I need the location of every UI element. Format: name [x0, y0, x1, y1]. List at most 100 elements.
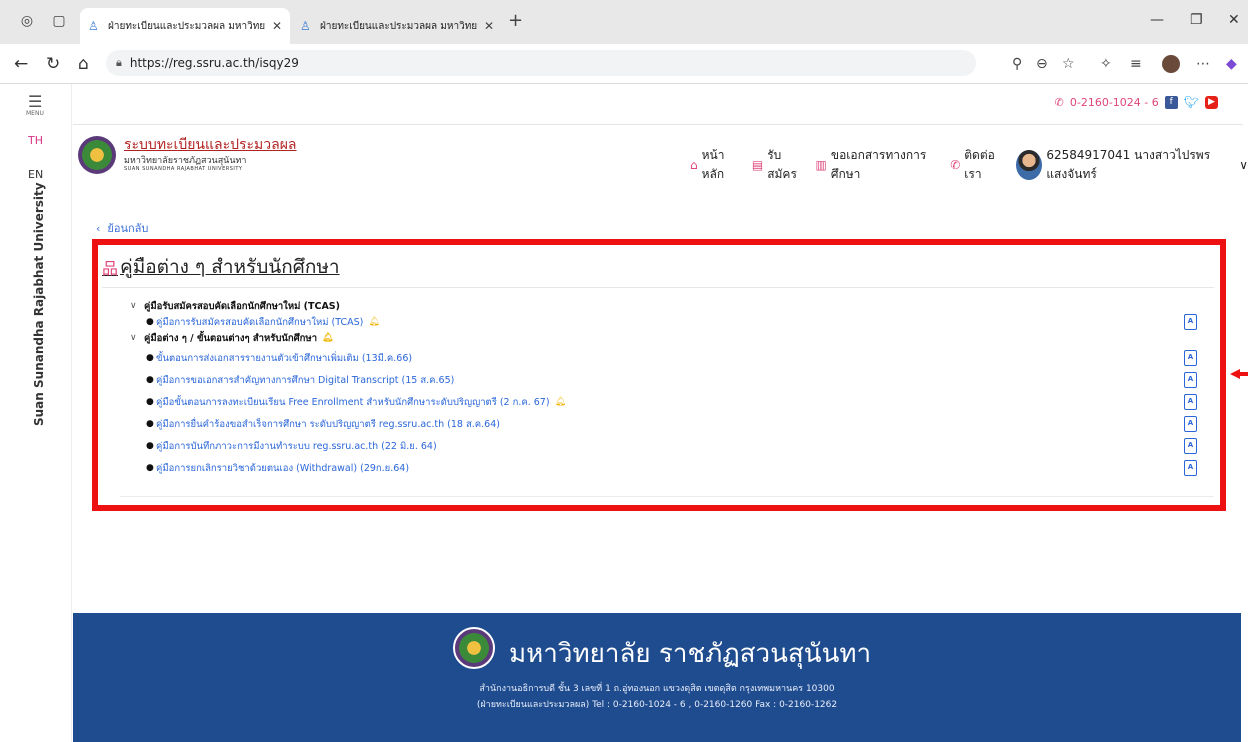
language-th[interactable]: TH — [28, 134, 43, 147]
tree-group-tcas[interactable]: ∨ คู่มือรับสมัครสอบคัดเลือกนักศึกษาใหม่ … — [130, 298, 1220, 314]
user-menu[interactable]: 62584917041 นางสาวไปรพร แสงจันทร์ ∨ — [1016, 146, 1248, 184]
pdf-icon[interactable]: A — [1184, 372, 1197, 388]
nav-home[interactable]: ⌂ หน้าหลัก — [690, 146, 740, 184]
bell-icon: 🔔︎ — [322, 333, 334, 343]
university-name-th: มหาวิทยาลัยราชภัฏสวนสุนันทา — [124, 156, 247, 166]
bullet-icon: ● — [146, 375, 154, 385]
tab-2[interactable]: ♙ ฝ่ายทะเบียนและประมวลผล มหาวิทยาลัย ✕ — [292, 8, 502, 44]
home-icon[interactable]: ⌂ — [78, 54, 89, 74]
workspaces-icon[interactable]: ◎ — [18, 12, 36, 30]
manuals-title: 品 คู่มือต่าง ๆ สำหรับนักศึกษา — [102, 252, 340, 282]
bullet-icon: ● — [146, 441, 154, 451]
item-link[interactable]: คู่มือขั้นตอนการลงทะเบียนเรียน Free Enro… — [156, 395, 550, 410]
phone-icon: ✆ — [950, 158, 961, 172]
arrow-shaft — [1239, 372, 1248, 376]
contact-bar: ✆ 0-2160-1024 - 6 f 🐦︎ ▶ — [1055, 96, 1218, 109]
chevron-down-icon: ∨ — [130, 301, 137, 311]
tab-actions-icon[interactable]: ▢ — [50, 12, 68, 30]
manuals-title-text: คู่มือต่าง ๆ สำหรับนักศึกษา — [120, 256, 340, 278]
zoom-icon[interactable]: ⊖ — [1036, 54, 1048, 74]
top-navigation: ⌂ หน้าหลัก ▤ รับสมัคร ▥ ขอเอกสารทางการศึ… — [690, 146, 1248, 184]
chevron-down-icon: ∨ — [1239, 158, 1248, 172]
pdf-icon[interactable]: A — [1184, 394, 1197, 410]
tree-group-guides[interactable]: ∨ คู่มือต่าง ๆ / ขั้นตอนต่างๆ สำหรับนักศ… — [130, 330, 1220, 346]
browser-tab-bar: ◎ ▢ ♙ ฝ่ายทะเบียนและประมวลผล มหาวิทยาลัย… — [0, 0, 1248, 44]
more-icon[interactable]: ⋯ — [1196, 54, 1210, 74]
close-window-icon[interactable]: ✕ — [1228, 12, 1240, 28]
pdf-icon[interactable]: A — [1184, 416, 1197, 432]
tree-item[interactable]: ● คู่มือขั้นตอนการลงทะเบียนเรียน Free En… — [130, 394, 1220, 410]
item-link[interactable]: คู่มือการรับสมัครสอบคัดเลือกนักศึกษาใหม่… — [156, 315, 363, 330]
book-icon: ▥ — [815, 158, 827, 172]
footer-address: สำนักงานอธิการบดี ชั้น 3 เลขที่ 1 ถ.อู่ท… — [479, 684, 835, 694]
bullet-icon: ● — [146, 353, 154, 363]
university-name-en: SUAN SUNANDHA RAJABHAT UNIVERSITY — [124, 166, 243, 172]
university-logo[interactable] — [78, 136, 116, 174]
item-link[interactable]: คู่มือการขอเอกสารสำคัญทางการศึกษา Digita… — [156, 373, 454, 388]
back-link-label: ย้อนกลับ — [107, 222, 149, 235]
vertical-university-name-wrap: Suan Sunandha Rajabhat University — [32, 182, 48, 426]
tree-item[interactable]: ● ขั้นตอนการส่งเอกสารรายงานตัวเข้าศึกษาเ… — [130, 350, 1220, 366]
footer-logo — [453, 627, 495, 669]
bullet-icon: ● — [146, 317, 154, 327]
group-label: คู่มือต่าง ๆ / ขั้นตอนต่างๆ สำหรับนักศึก… — [144, 332, 318, 344]
tree-item[interactable]: ● คู่มือการขอเอกสารสำคัญทางการศึกษา Digi… — [130, 372, 1220, 388]
restore-icon[interactable]: ❐ — [1190, 12, 1203, 28]
extensions-icon[interactable]: ✧ — [1100, 54, 1112, 74]
contact-phone[interactable]: 0-2160-1024 - 6 — [1070, 96, 1159, 109]
bullet-icon: ● — [146, 397, 154, 407]
tree-item[interactable]: ● คู่มือการยื่นคำร้องขอสำเร็จการศึกษา ระ… — [130, 416, 1220, 432]
language-en[interactable]: EN — [28, 168, 43, 181]
footer-phones: (ฝ่ายทะเบียนและประมวลผล) Tel : 0-2160-10… — [476, 700, 838, 710]
tab-1-title: ฝ่ายทะเบียนและประมวลผล มหาวิทยาลัย — [108, 20, 266, 32]
close-tab-icon[interactable]: ✕ — [484, 19, 494, 33]
pdf-icon[interactable]: A — [1184, 350, 1197, 366]
copilot-icon[interactable]: ◆ — [1226, 54, 1237, 74]
site-favicon-icon: ♙ — [88, 19, 99, 33]
twitter-icon[interactable]: 🐦︎ — [1184, 96, 1199, 109]
nav-contact-label: ติดต่อเรา — [964, 148, 995, 181]
red-arrow-annotation — [1230, 369, 1248, 379]
vertical-university-name: Suan Sunandha Rajabhat University — [32, 182, 46, 426]
item-link[interactable]: คู่มือการยกเลิกรายวิชาด้วยตนเอง (Withdra… — [156, 461, 409, 476]
lock-icon: 🔒︎ — [116, 56, 122, 69]
facebook-icon[interactable]: f — [1164, 96, 1178, 109]
tab-1[interactable]: ♙ ฝ่ายทะเบียนและประมวลผล มหาวิทยาลัย ✕ — [80, 8, 290, 44]
phone-icon: ✆ — [1054, 96, 1064, 109]
list-divider — [120, 496, 1214, 497]
title-divider — [102, 287, 1214, 288]
tree-item[interactable]: ● คู่มือการยกเลิกรายวิชาด้วยตนเอง (Withd… — [130, 460, 1220, 476]
nav-apply-label: รับสมัคร — [767, 148, 797, 181]
nav-apply[interactable]: ▤ รับสมัคร — [752, 146, 804, 184]
tree-item[interactable]: ● คู่มือการรับสมัครสอบคัดเลือกนักศึกษาให… — [130, 314, 1220, 330]
close-tab-icon[interactable]: ✕ — [272, 19, 282, 33]
pdf-icon[interactable]: A — [1184, 314, 1197, 330]
user-avatar — [1016, 150, 1043, 180]
tree-item[interactable]: ● คู่มือการบันทึกภาวะการมีงานทำระบบ reg.… — [130, 438, 1220, 454]
minimize-icon[interactable]: — — [1150, 12, 1164, 28]
new-tab-icon[interactable]: + — [508, 12, 523, 30]
pdf-icon[interactable]: A — [1184, 460, 1197, 476]
footer: มหาวิทยาลัย ราชภัฏสวนสุนันทา สำนักงานอธิ… — [73, 613, 1241, 742]
chevron-left-icon: ‹ — [96, 222, 101, 235]
nav-documents-label: ขอเอกสารทางการศึกษา — [830, 148, 927, 181]
item-link[interactable]: ขั้นตอนการส่งเอกสารรายงานตัวเข้าศึกษาเพิ… — [156, 351, 412, 366]
back-link[interactable]: ‹ ย้อนกลับ — [96, 219, 148, 237]
favorites-icon[interactable]: ≡ — [1130, 54, 1142, 74]
favorite-star-icon[interactable]: ☆ — [1062, 54, 1075, 74]
refresh-icon[interactable]: ↻ — [46, 54, 60, 74]
item-link[interactable]: คู่มือการยื่นคำร้องขอสำเร็จการศึกษา ระดั… — [156, 417, 500, 432]
youtube-icon[interactable]: ▶ — [1205, 96, 1218, 109]
left-rail: ☰ MENU TH EN Suan Sunandha Rajabhat Univ… — [0, 84, 72, 742]
nav-contact[interactable]: ✆ ติดต่อเรา — [950, 146, 1004, 184]
item-link[interactable]: คู่มือการบันทึกภาวะการมีงานทำระบบ reg.ss… — [156, 439, 437, 454]
pdf-icon[interactable]: A — [1184, 438, 1197, 454]
bell-icon: 🔔︎ — [368, 317, 380, 327]
home-icon: ⌂ — [690, 158, 698, 172]
back-arrow-icon[interactable]: ← — [14, 54, 28, 74]
nav-documents[interactable]: ▥ ขอเอกสารทางการศึกษา — [816, 146, 939, 184]
url-field[interactable]: 🔒︎ https://reg.ssru.ac.th/isqy29 — [106, 50, 976, 76]
profile-avatar[interactable] — [1162, 55, 1180, 73]
key-icon[interactable]: ⚲ — [1012, 54, 1022, 74]
hamburger-menu-icon[interactable]: ☰ — [28, 92, 42, 111]
